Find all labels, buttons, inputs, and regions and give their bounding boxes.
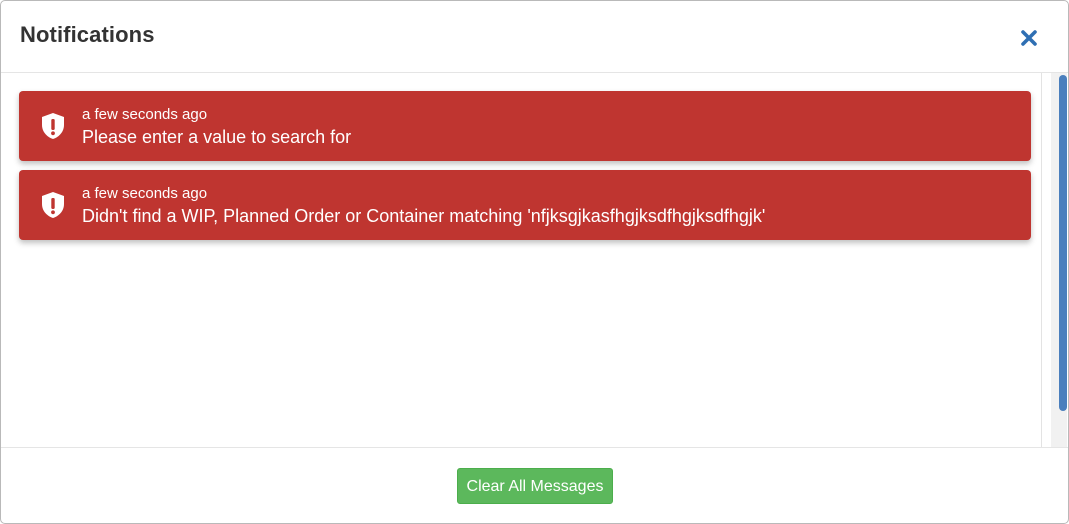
notification-time: a few seconds ago <box>82 185 208 202</box>
notification-item: a few seconds ago Didn't find a WIP, Pla… <box>19 170 1031 240</box>
scrollbar-thumb[interactable] <box>1059 75 1067 411</box>
close-icon <box>1021 30 1037 46</box>
dialog-footer: Clear All Messages <box>1 447 1068 523</box>
notifications-dialog: Notifications a few seconds ago Please e… <box>0 0 1069 524</box>
clear-all-messages-button[interactable]: Clear All Messages <box>457 468 613 504</box>
notification-message: Please enter a value to search for <box>82 127 352 147</box>
dialog-header: Notifications <box>1 1 1068 73</box>
notification-message: Didn't find a WIP, Planned Order or Cont… <box>82 206 766 226</box>
notification-item: a few seconds ago Please enter a value t… <box>19 91 1031 161</box>
shield-alert-icon <box>42 113 64 139</box>
notification-list: a few seconds ago Please enter a value t… <box>1 73 1042 447</box>
notification-time: a few seconds ago <box>82 106 208 123</box>
dialog-title: Notifications <box>20 22 155 47</box>
notifications-body: a few seconds ago Please enter a value t… <box>1 73 1068 447</box>
shield-alert-icon <box>42 192 64 218</box>
close-button[interactable] <box>1018 27 1040 49</box>
